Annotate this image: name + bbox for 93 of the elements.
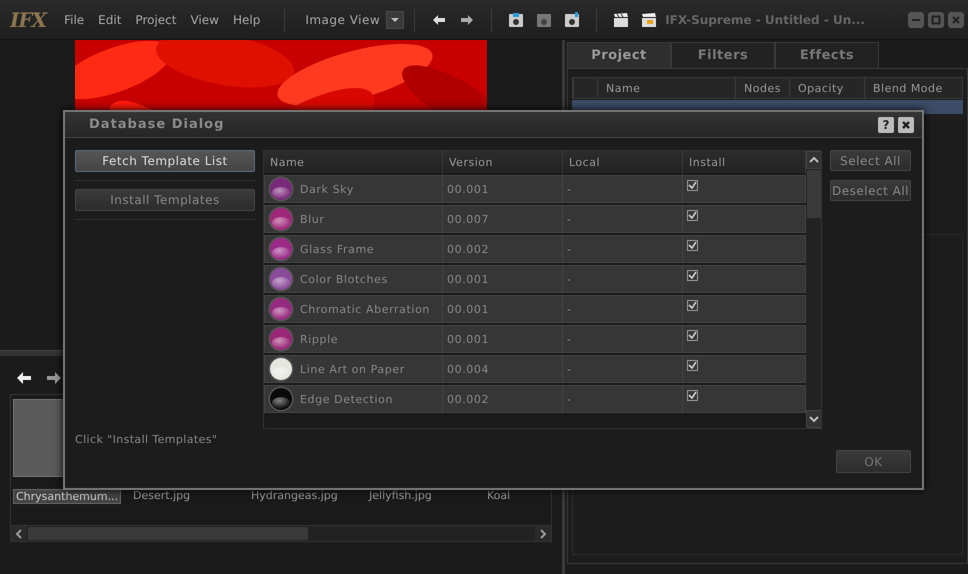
action-button[interactable]: Install Templates: [75, 189, 255, 211]
caret-icon: [390, 16, 400, 22]
tab[interactable]: Filters: [671, 42, 775, 68]
menu-item[interactable]: View: [190, 10, 219, 28]
column-header: Name: [597, 78, 735, 98]
status-text: Click "Install Templates": [75, 433, 218, 446]
table-cell: -: [563, 235, 683, 263]
table-cell: 00.004: [443, 355, 563, 383]
table-cell: Line Art on Paper: [264, 355, 443, 383]
action-button[interactable]: Fetch Template List: [75, 150, 255, 172]
scroll-left-button[interactable]: [11, 526, 27, 541]
file-name[interactable]: Chrysanthemum...: [13, 489, 122, 504]
ok-button[interactable]: OK: [836, 450, 911, 473]
file-name[interactable]: Koal: [485, 489, 512, 502]
menu-item[interactable]: Edit: [98, 10, 122, 28]
chevron-up-icon: [809, 156, 819, 164]
file-name[interactable]: Desert.jpg: [131, 489, 192, 502]
column-header: Opacity: [789, 78, 864, 98]
tab[interactable]: Effects: [775, 42, 879, 68]
table-cell: -: [563, 385, 683, 413]
tab[interactable]: Project: [567, 42, 671, 68]
menu-item[interactable]: Help: [232, 10, 260, 28]
column-header: Name: [264, 151, 443, 174]
close-icon: [951, 14, 961, 24]
install-checkbox[interactable]: [687, 360, 698, 371]
table-cell: -: [563, 295, 683, 323]
table-cell: -: [563, 265, 683, 293]
install-checkbox[interactable]: [687, 210, 698, 221]
column-header: Nodes: [735, 78, 789, 98]
column-header: Local: [563, 151, 683, 174]
table-cell: -: [563, 205, 683, 233]
install-checkbox[interactable]: [687, 240, 698, 251]
template-icon: [268, 236, 294, 262]
table-cell: 00.001: [443, 295, 563, 323]
column-header: Version: [443, 151, 563, 174]
app-logo: IFX: [10, 8, 46, 32]
table-cell: -: [563, 175, 683, 203]
minimize-icon: [911, 18, 921, 22]
forward-arrow-icon[interactable]: [46, 370, 62, 386]
close-icon: [901, 120, 911, 130]
table-cell: Glass Frame: [264, 235, 443, 263]
table-cell: Chromatic Aberration: [264, 295, 443, 323]
view-select[interactable]: Image View: [305, 12, 380, 26]
dialog-title: Database Dialog: [89, 117, 226, 132]
table-cell: 00.001: [443, 265, 563, 293]
table-cell: Color Blotches: [264, 265, 443, 293]
table-cell: 00.007: [443, 205, 563, 233]
template-icon: [268, 176, 294, 202]
scroll-down-button[interactable]: [806, 410, 821, 428]
menu-item[interactable]: Project: [135, 10, 176, 28]
table-cell: Blur: [264, 205, 443, 233]
table-cell: 00.002: [443, 235, 563, 263]
file-name[interactable]: Jellyfish.jpg: [367, 489, 434, 502]
chevron-left-icon: [15, 528, 23, 538]
table-cell: Dark Sky: [264, 175, 443, 203]
menu-item[interactable]: File: [64, 10, 84, 28]
action-button[interactable]: Deselect All: [830, 180, 911, 201]
template-icon: [268, 206, 294, 232]
install-checkbox[interactable]: [687, 390, 698, 401]
scrollbar-thumb[interactable]: [28, 527, 308, 540]
clapperboard-icon[interactable]: [613, 12, 630, 28]
chevron-right-icon: [539, 528, 547, 538]
file-name[interactable]: Hydrangeas.jpg: [249, 489, 340, 502]
template-icon: [268, 266, 294, 292]
table-cell: 00.002: [443, 385, 563, 413]
template-icon: [268, 356, 294, 382]
table-cell: Edge Detection: [264, 385, 443, 413]
save-as-icon[interactable]: [564, 12, 580, 28]
table-cell: -: [563, 325, 683, 353]
help-button[interactable]: ?: [878, 116, 894, 132]
chevron-down-icon: [809, 415, 819, 423]
table-cell: 00.001: [443, 325, 563, 353]
scrollbar-thumb[interactable]: [807, 170, 821, 218]
template-icon: [268, 386, 294, 412]
install-checkbox[interactable]: [687, 180, 698, 191]
window-title: IFX-Supreme - Untitled - Un...: [665, 12, 866, 26]
clapperboard-export-icon[interactable]: [641, 12, 658, 28]
install-checkbox[interactable]: [687, 300, 698, 311]
install-checkbox[interactable]: [687, 330, 698, 341]
close-button[interactable]: [898, 116, 914, 132]
action-button[interactable]: Select All: [830, 150, 911, 171]
scroll-up-button[interactable]: [806, 151, 821, 169]
scroll-right-button[interactable]: [535, 526, 551, 541]
back-arrow-icon[interactable]: [16, 370, 32, 386]
template-icon: [268, 326, 294, 352]
maximize-icon: [931, 14, 941, 24]
template-icon: [268, 296, 294, 322]
table-cell: 00.001: [443, 175, 563, 203]
table-cell: -: [563, 355, 683, 383]
table-cell: Ripple: [264, 325, 443, 353]
install-checkbox[interactable]: [687, 270, 698, 281]
column-header: Blend Mode: [864, 78, 962, 98]
dropdown-button[interactable]: [386, 10, 404, 28]
